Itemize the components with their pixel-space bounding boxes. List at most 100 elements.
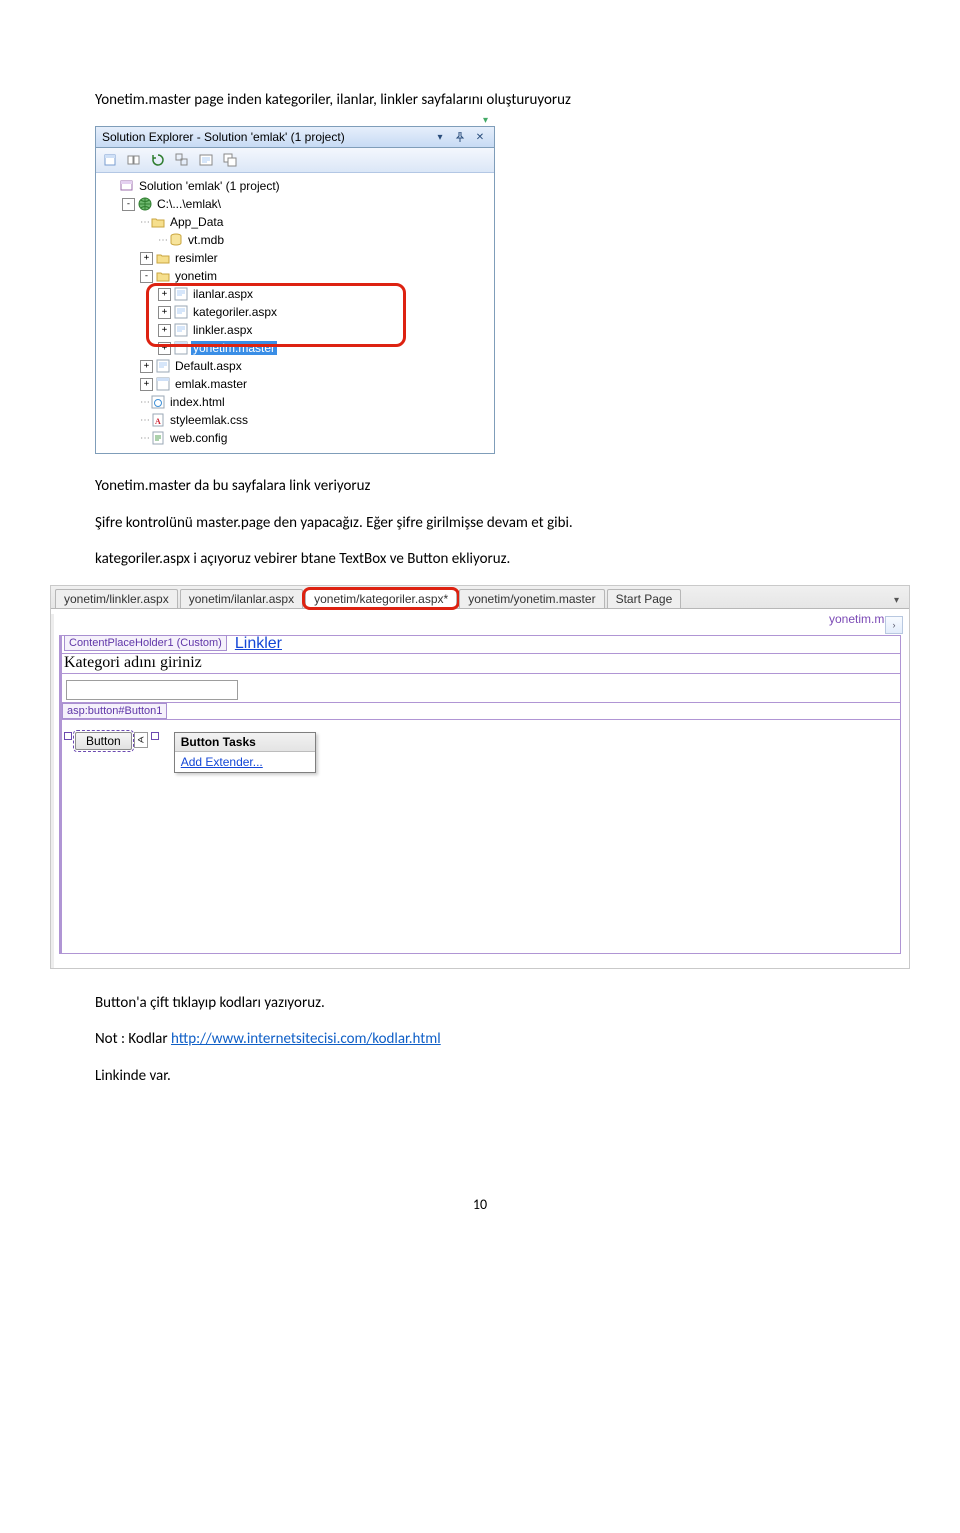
tree-item-label: ilanlar.aspx xyxy=(191,287,255,301)
solution-tree[interactable]: Solution 'emlak' (1 project) - C:\...\emla… xyxy=(96,173,494,453)
paragraph: Not : Kodlar http://www.internetsitecisi… xyxy=(95,1029,865,1049)
linkler-link[interactable]: Linkler xyxy=(235,635,282,653)
tree-item[interactable]: - yonetim xyxy=(98,267,492,285)
aspx-icon xyxy=(173,304,189,320)
tree-dots: ⋯ xyxy=(140,433,149,444)
highlight-ring xyxy=(302,587,460,610)
tree-item[interactable]: ⋯ index.html xyxy=(98,393,492,411)
tree-toggle[interactable]: - xyxy=(140,270,153,283)
aspx-icon xyxy=(173,322,189,338)
content-placeholder-tag[interactable]: ContentPlaceHolder1 (Custom) xyxy=(64,635,227,651)
master-icon xyxy=(155,376,171,392)
html-icon xyxy=(150,394,166,410)
solution-icon xyxy=(119,178,135,194)
tree-toggle[interactable]: + xyxy=(158,288,171,301)
properties-icon[interactable] xyxy=(101,151,119,169)
tree-item[interactable]: ⋯Astyleemlak.css xyxy=(98,411,492,429)
smarttag-arrow-icon[interactable]: ∢ xyxy=(134,732,148,748)
tree-item-label: resimler xyxy=(173,251,220,265)
view-code-icon[interactable] xyxy=(197,151,215,169)
tree-toggle[interactable]: - xyxy=(122,198,135,211)
dropdown-indicator-icon: ▾ xyxy=(483,115,488,126)
smarttag-add-extender[interactable]: Add Extender... xyxy=(175,752,315,772)
tree-dots: ⋯ xyxy=(140,415,149,426)
tree-item-label: Default.aspx xyxy=(173,359,244,373)
panel-titlebar: Solution Explorer - Solution 'emlak' (1 … xyxy=(96,127,494,148)
folder-icon xyxy=(150,214,166,230)
tree-dots: ⋯ xyxy=(140,397,149,408)
text: Not : Kodlar xyxy=(95,1030,171,1048)
tree-toggle[interactable]: + xyxy=(158,342,171,355)
design-canvas[interactable]: ContentPlaceHolder1 (Custom) Linkler Kat… xyxy=(51,629,909,968)
file-tab[interactable]: yonetim/yonetim.master xyxy=(459,589,604,608)
tree-item[interactable]: ⋯vt.mdb xyxy=(98,231,492,249)
tree-item-label: linkler.aspx xyxy=(191,323,254,337)
tree-item-label: styleemlak.css xyxy=(168,413,250,427)
tree-dots: ⋯ xyxy=(158,235,167,246)
tree-item-label: index.html xyxy=(168,395,227,409)
file-tabbar: yonetim/linkler.aspxyonetim/ilanlar.aspx… xyxy=(51,586,909,609)
close-icon[interactable]: ✕ xyxy=(472,130,488,144)
smarttag-panel: Button Tasks Add Extender... xyxy=(174,732,316,773)
tree-item[interactable]: + emlak.master xyxy=(98,375,492,393)
tree-item[interactable]: - C:\...\emlak\ xyxy=(98,195,492,213)
field-label: Kategori adını giriniz xyxy=(64,654,896,672)
textbox-control[interactable] xyxy=(66,680,238,700)
scroll-right-icon[interactable]: › xyxy=(885,616,903,634)
tree-item[interactable]: ⋯App_Data xyxy=(98,213,492,231)
aspx-icon xyxy=(155,358,171,374)
tree-item-label: yonetim.master xyxy=(191,341,277,355)
globe-icon xyxy=(137,196,153,212)
tree-toggle[interactable]: + xyxy=(140,252,153,265)
config-icon xyxy=(150,430,166,446)
solution-explorer-panel: ▾ Solution Explorer - Solution 'emlak' (… xyxy=(95,126,495,454)
paragraph: Linkinde var. xyxy=(95,1066,865,1086)
tree-item[interactable]: + yonetim.master xyxy=(98,339,492,357)
copy-website-icon[interactable] xyxy=(221,151,239,169)
tree-item[interactable]: ⋯ web.config xyxy=(98,429,492,447)
smarttag-title: Button Tasks xyxy=(175,733,315,752)
tree-item[interactable]: + ilanlar.aspx xyxy=(98,285,492,303)
tree-dots: ⋯ xyxy=(140,217,149,228)
window-menu-icon[interactable]: ▾ xyxy=(432,130,448,144)
folder-icon xyxy=(155,250,171,266)
tree-toggle[interactable]: + xyxy=(140,360,153,373)
paragraph: Şifre kontrolünü master.page den yapacağ… xyxy=(95,513,865,533)
refresh-icon[interactable] xyxy=(149,151,167,169)
pin-icon[interactable] xyxy=(452,130,468,144)
master-icon xyxy=(173,340,189,356)
tree-item-label: kategoriler.aspx xyxy=(191,305,279,319)
nest-icon[interactable] xyxy=(173,151,191,169)
paragraph: Yonetim.master page inden kategoriler, i… xyxy=(95,90,865,110)
tree-toggle[interactable]: + xyxy=(158,324,171,337)
master-breadcrumb: yonetim.mas xyxy=(51,609,909,629)
resize-handle[interactable] xyxy=(64,732,72,740)
file-tab[interactable]: yonetim/kategoriler.aspx* xyxy=(305,589,457,608)
db-icon xyxy=(168,232,184,248)
tree-item[interactable]: + linkler.aspx xyxy=(98,321,492,339)
css-icon: A xyxy=(150,412,166,428)
show-all-icon[interactable] xyxy=(125,151,143,169)
tree-toggle[interactable]: + xyxy=(140,378,153,391)
file-tab[interactable]: yonetim/linkler.aspx xyxy=(55,589,178,608)
tree-item[interactable]: Solution 'emlak' (1 project) xyxy=(98,177,492,195)
tree-item[interactable]: + resimler xyxy=(98,249,492,267)
file-tab[interactable]: Start Page xyxy=(607,589,682,608)
resize-handle[interactable] xyxy=(151,732,159,740)
button-control[interactable]: Button xyxy=(75,732,132,750)
kodlar-link[interactable]: http://www.internetsitecisi.com/kodlar.h… xyxy=(171,1030,441,1048)
tree-item-label: yonetim xyxy=(173,269,219,283)
tree-item[interactable]: + Default.aspx xyxy=(98,357,492,375)
file-tab[interactable]: yonetim/ilanlar.aspx xyxy=(180,589,303,608)
tree-item-label: web.config xyxy=(168,431,229,445)
tree-item-label: C:\...\emlak\ xyxy=(155,197,223,211)
tree-item[interactable]: + kategoriler.aspx xyxy=(98,303,492,321)
panel-toolbar xyxy=(96,148,494,173)
paragraph: kategoriler.aspx i açıyoruz vebirer btan… xyxy=(95,549,865,569)
tree-toggle[interactable]: + xyxy=(158,306,171,319)
tree-item-label: emlak.master xyxy=(173,377,249,391)
tab-overflow-icon[interactable]: ▾ xyxy=(888,595,905,608)
page-number: 10 xyxy=(95,1196,865,1213)
control-id-tag[interactable]: asp:button#Button1 xyxy=(62,703,167,719)
panel-title: Solution Explorer - Solution 'emlak' (1 … xyxy=(102,130,428,144)
